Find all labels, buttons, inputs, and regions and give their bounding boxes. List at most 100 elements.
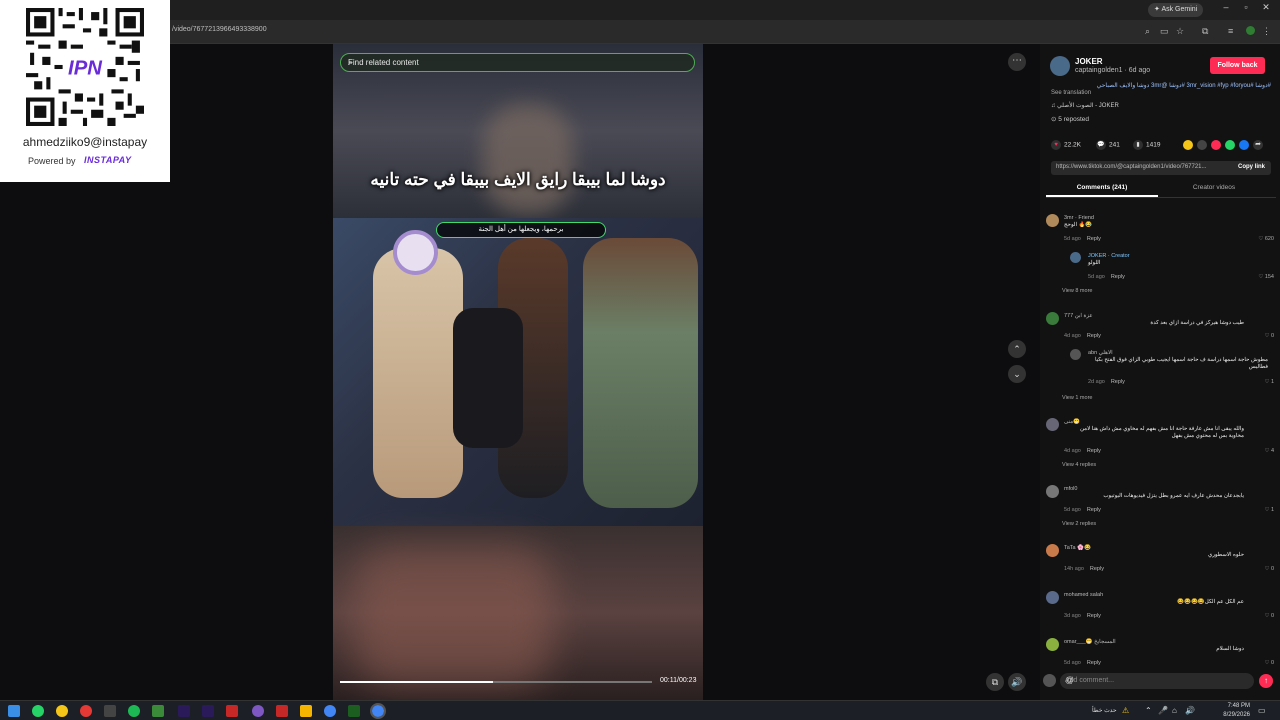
previous-video-button[interactable]: ⌃ [1008, 340, 1026, 358]
reply-button[interactable]: Reply [1087, 448, 1101, 454]
like-button[interactable]: ♥ 22.2K [1051, 140, 1081, 150]
video-player[interactable]: Find related content ⌕ دوشا لما بيبقا را… [333, 44, 703, 700]
emoji-icon[interactable]: ☺ [1065, 675, 1249, 685]
save-button[interactable]: ▮ 1419 [1133, 140, 1160, 150]
chrome-icon[interactable] [324, 705, 336, 717]
copy-link-button[interactable]: Copy link [1238, 164, 1265, 170]
video-progress-bar[interactable] [340, 681, 652, 683]
app-icon[interactable] [226, 705, 238, 717]
embed-icon[interactable] [1197, 140, 1207, 150]
reply-button[interactable]: Reply [1087, 507, 1101, 513]
comment-button[interactable]: 💬 241 [1096, 140, 1120, 150]
post-link[interactable]: https://www.tiktok.com/@captaingolden1/v… [1056, 164, 1207, 170]
address-bar[interactable]: /video/7677213966493338900 [172, 26, 267, 33]
after-effects-icon[interactable] [202, 705, 214, 717]
extensions-icon[interactable]: ⧉ [1202, 26, 1208, 37]
send-icon[interactable] [1211, 140, 1221, 150]
zoom-icon[interactable]: ⌕ [1145, 26, 1150, 37]
comment-author[interactable]: عزة ابن 777 [1064, 313, 1093, 319]
browser-menu-icon[interactable]: ⋮ [1262, 26, 1271, 37]
more-options-button[interactable]: ⋯ [1008, 53, 1026, 71]
comment-avatar[interactable] [1046, 485, 1059, 498]
start-icon[interactable] [8, 705, 20, 717]
see-translation-link[interactable]: See translation [1051, 90, 1091, 96]
comment-avatar[interactable] [1046, 638, 1059, 651]
reply-button[interactable]: Reply [1111, 379, 1125, 385]
opera-icon[interactable] [80, 705, 92, 717]
comment-like-button[interactable]: ♡ 154 [1258, 274, 1274, 280]
app-icon[interactable] [56, 705, 68, 717]
comment-like-button[interactable]: ♡ 1 [1264, 507, 1274, 513]
whatsapp-icon[interactable] [1225, 140, 1235, 150]
comment-avatar[interactable] [1046, 312, 1059, 325]
comment-like-button[interactable]: ♡ 4 [1264, 448, 1274, 454]
reply-button[interactable]: Reply [1087, 613, 1101, 619]
restore-icon[interactable]: ▫ [1238, 2, 1254, 12]
author-avatar[interactable] [1050, 56, 1070, 76]
app-icon[interactable] [348, 705, 360, 717]
chrome-active-icon[interactable] [370, 703, 386, 719]
add-comment-input[interactable]: Add comment... @ ☺ [1060, 673, 1254, 689]
tray-chevron-icon[interactable]: ⌃ [1145, 706, 1152, 715]
comment-avatar[interactable] [1046, 591, 1059, 604]
comment-like-button[interactable]: ♡ 0 [1264, 660, 1274, 666]
file-explorer-icon[interactable] [300, 705, 312, 717]
view-more-replies[interactable]: View 2 replies [1062, 521, 1096, 527]
reply-button[interactable]: Reply [1111, 274, 1125, 280]
music-label[interactable]: ♫ الصوت الأصلي - JOKER [1051, 102, 1119, 109]
warning-icon[interactable]: ⚠ [1122, 706, 1129, 715]
author-name[interactable]: JOKER [1075, 57, 1103, 66]
bookmark-star-icon[interactable]: ☆ [1176, 26, 1184, 37]
view-more-replies[interactable]: View 8 more [1062, 288, 1092, 294]
network-icon[interactable]: ⌂ [1172, 706, 1177, 715]
clock-time[interactable]: 7:48 PM [1226, 703, 1250, 709]
next-video-button[interactable]: ⌄ [1008, 365, 1026, 383]
comment-like-button[interactable]: ♡ 1 [1264, 379, 1274, 385]
clock-date[interactable]: 8/29/2026 [1222, 712, 1250, 718]
comment-author[interactable]: 3mr · Friend [1064, 215, 1094, 221]
comment-like-button[interactable]: ♡ 0 [1264, 613, 1274, 619]
search-icon[interactable]: ⌕ [348, 57, 688, 68]
view-more-replies[interactable]: View 4 replies [1062, 462, 1096, 468]
discord-icon[interactable] [252, 705, 264, 717]
reply-button[interactable]: Reply [1087, 660, 1101, 666]
comment-like-button[interactable]: ♡ 0 [1264, 333, 1274, 339]
volume-tray-icon[interactable]: 🔊 [1185, 706, 1195, 715]
notifications-icon[interactable]: ▭ [1258, 706, 1266, 715]
comment-like-button[interactable]: ♡ 620 [1258, 236, 1274, 242]
reply-button[interactable]: Reply [1087, 236, 1101, 242]
comment-author[interactable]: JOKER · Creator [1088, 253, 1130, 259]
comment-avatar[interactable] [1046, 214, 1059, 227]
tab-creator-videos[interactable]: Creator videos [1158, 184, 1270, 191]
repost-icon[interactable] [1183, 140, 1193, 150]
weather-status[interactable]: حدث خطأ [1092, 707, 1117, 714]
media-icon[interactable]: ≡ [1228, 26, 1233, 36]
ask-gemini-button[interactable]: ✦ Ask Gemini [1148, 3, 1204, 17]
profile-avatar[interactable] [1246, 26, 1255, 35]
minimize-icon[interactable]: – [1218, 2, 1234, 12]
follow-back-button[interactable]: Follow back [1210, 57, 1265, 74]
find-related-search[interactable]: Find related content ⌕ [340, 53, 695, 72]
premiere-icon[interactable] [178, 705, 190, 717]
store-icon[interactable] [104, 705, 116, 717]
close-icon[interactable]: ✕ [1258, 2, 1274, 13]
tab-comments[interactable]: Comments (241) [1046, 184, 1158, 191]
view-more-replies[interactable]: View 1 more [1062, 395, 1092, 401]
comment-author[interactable]: omar___😁 المسجايخ [1064, 639, 1116, 645]
comment-author[interactable]: منى😁 [1064, 419, 1080, 425]
facebook-icon[interactable] [1239, 140, 1249, 150]
comment-avatar[interactable] [1046, 544, 1059, 557]
reply-button[interactable]: Reply [1087, 333, 1101, 339]
whatsapp-app-icon[interactable] [32, 705, 44, 717]
comment-author[interactable]: mfol0 [1064, 486, 1077, 492]
comment-author[interactable]: TaTa 🌸😂 [1064, 545, 1091, 551]
reply-button[interactable]: Reply [1090, 566, 1104, 572]
spotify-icon[interactable] [128, 705, 140, 717]
comment-avatar[interactable] [1070, 252, 1081, 263]
comment-like-button[interactable]: ♡ 0 [1264, 566, 1274, 572]
comment-author[interactable]: abn الاهلي [1088, 350, 1113, 356]
game-icon[interactable] [152, 705, 164, 717]
send-comment-button[interactable]: ↑ [1259, 674, 1273, 688]
comment-author[interactable]: mohamed salah [1064, 592, 1103, 598]
volume-icon[interactable]: 🔊 [1008, 673, 1026, 691]
